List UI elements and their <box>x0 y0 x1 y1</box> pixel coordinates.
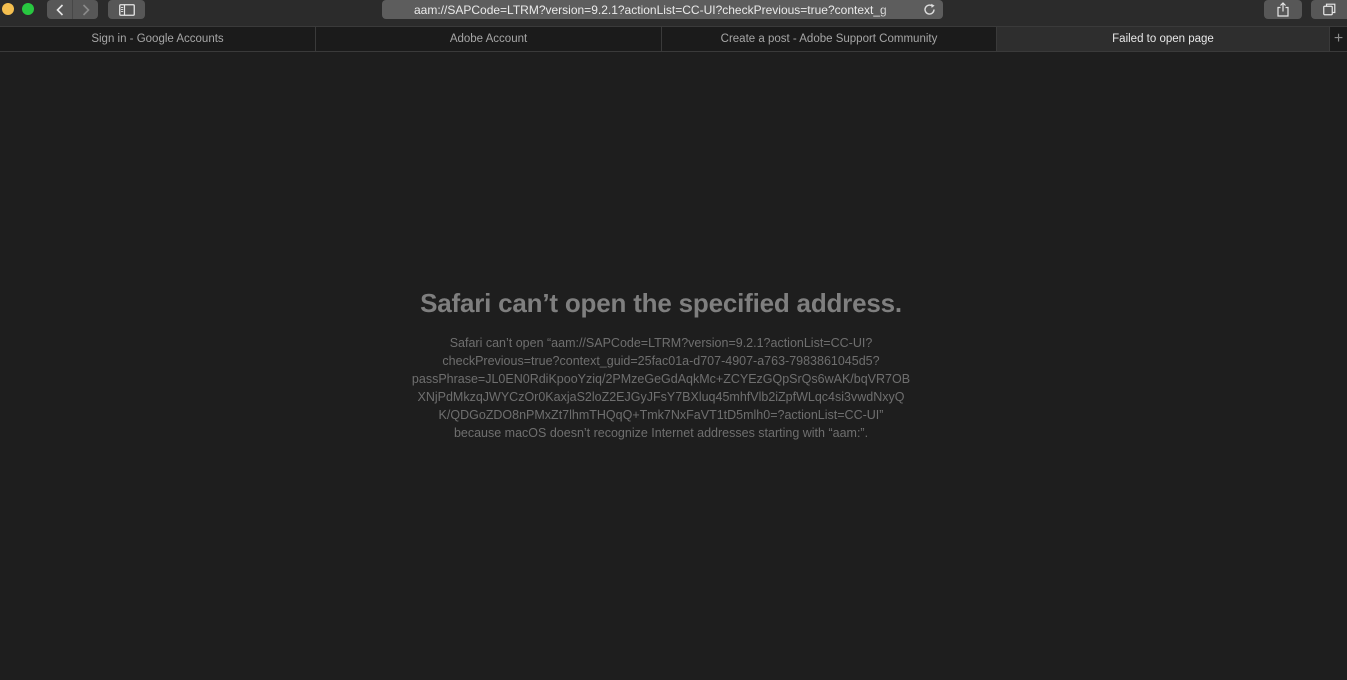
zoom-window-button[interactable] <box>22 3 34 15</box>
tab-label: Adobe Account <box>449 33 528 45</box>
tab-label: Sign in - Google Accounts <box>91 33 224 45</box>
tab-google-accounts[interactable]: Sign in - Google Accounts <box>0 27 316 51</box>
share-button[interactable] <box>1264 0 1302 19</box>
share-icon <box>1277 2 1289 17</box>
error-message-line: K/QDGoZDO8nPMxZt7lhmTHQqQ+Tmk7NxFaVT1tD5… <box>438 408 884 422</box>
tab-overview-button[interactable] <box>1311 0 1347 19</box>
error-message-line: because macOS doesn’t recognize Internet… <box>453 426 869 440</box>
page-content: Safari can’t open the specified address.… <box>0 52 1347 680</box>
back-button[interactable] <box>47 0 72 19</box>
tab-adobe-support-community[interactable]: Create a post - Adobe Support Community <box>662 27 997 51</box>
sidebar-icon <box>118 3 135 16</box>
forward-button[interactable] <box>72 0 98 19</box>
chevron-right-icon <box>82 3 90 16</box>
error-message-line: checkPrevious=true?context_guid=25fac01a… <box>442 354 880 368</box>
address-text: aam://SAPCode=LTRM?version=9.2.1?actionL… <box>414 2 887 17</box>
browser-toolbar: aam://SAPCode=LTRM?version=9.2.1?actionL… <box>0 0 1347 26</box>
error-message: Safari can’t open “aam://SAPCode=LTRM?ve… <box>0 334 1322 442</box>
address-bar[interactable]: aam://SAPCode=LTRM?version=9.2.1?actionL… <box>382 0 943 19</box>
navigation-buttons <box>47 0 98 19</box>
reload-icon <box>924 3 935 15</box>
chevron-left-icon <box>55 3 63 16</box>
tab-bar: Sign in - Google Accounts Adobe Account … <box>0 26 1347 52</box>
sidebar-toggle-button[interactable] <box>108 0 145 19</box>
reload-button[interactable] <box>922 2 937 17</box>
new-tab-button[interactable]: + <box>1330 27 1347 51</box>
plus-icon: + <box>1333 30 1344 47</box>
tab-label: Failed to open page <box>1112 33 1214 45</box>
tab-label: Create a post - Adobe Support Community <box>720 33 938 45</box>
tab-adobe-account[interactable]: Adobe Account <box>316 27 662 51</box>
error-message-line: XNjPdMkzqJWYCzOr0KaxjaS2loZ2EJGyJFsY7BXl… <box>417 390 905 404</box>
error-title: Safari can’t open the specified address. <box>420 288 902 318</box>
tab-failed-to-open-page[interactable]: Failed to open page <box>997 27 1330 51</box>
tab-overview-icon <box>1322 3 1335 16</box>
minimize-window-button[interactable] <box>2 3 14 15</box>
error-message-line: Safari can’t open “aam://SAPCode=LTRM?ve… <box>449 336 873 350</box>
error-message-line: passPhrase=JL0EN0RdiKpooYziq/2PMzeGeGdAq… <box>411 372 911 386</box>
